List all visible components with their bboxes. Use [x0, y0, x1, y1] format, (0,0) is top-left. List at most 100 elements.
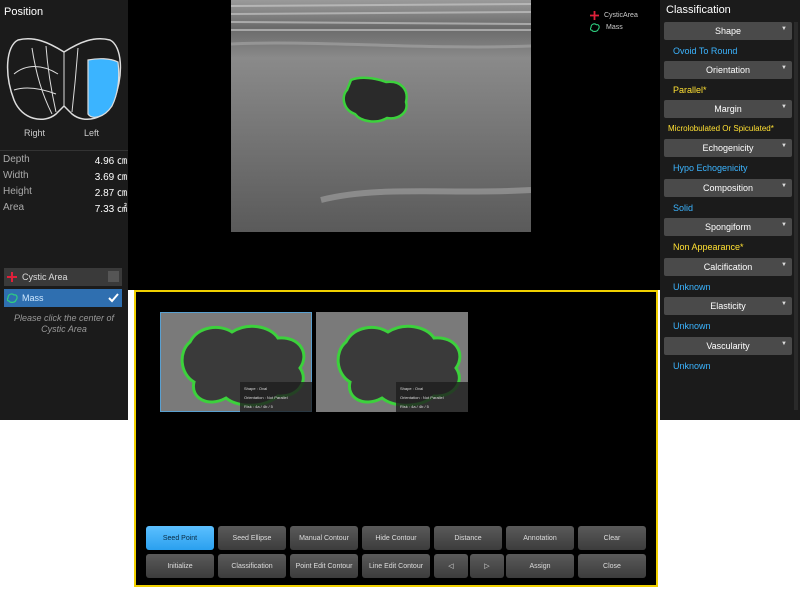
class-value: Solid: [673, 202, 694, 213]
chevron-down-icon: ▼: [781, 341, 787, 347]
chevron-down-icon: ▼: [781, 262, 787, 268]
manual-contour-button[interactable]: Manual Contour: [290, 526, 358, 550]
check-icon[interactable]: [108, 292, 119, 303]
classification-panel: Classification Shape ▼ Ovoid To Round Ori…: [660, 0, 800, 420]
position-panel: Position Right Left Depth 4.96 ㎝ Width 3…: [0, 0, 128, 420]
class-header-composition[interactable]: Composition ▼: [664, 179, 792, 197]
seed-ellipse-button[interactable]: Seed Ellipse: [218, 526, 286, 550]
class-value: Non Appearance*: [673, 241, 744, 252]
class-name: Spongiform: [704, 222, 752, 232]
class-value: Hypo Echogenicity: [673, 162, 748, 173]
thumbnail-text: Risk : 4a / 4b / 5: [400, 404, 430, 409]
position-title: Position: [4, 6, 44, 18]
legend: CysticArea Mass: [590, 9, 638, 33]
classification-button[interactable]: Classification: [218, 554, 286, 578]
assign-button[interactable]: Assign: [506, 554, 574, 578]
measurements: Depth 4.96 ㎝ Width 3.69 ㎝ Height 2.87 ㎝ …: [0, 150, 128, 215]
measurement-row: Depth 4.96 ㎝: [0, 151, 128, 167]
class-header-calcification[interactable]: Calcification ▼: [664, 258, 792, 276]
classification-scrollbar[interactable]: [794, 22, 798, 410]
class-header-elasticity[interactable]: Elasticity ▼: [664, 297, 792, 315]
class-value: Unknown: [673, 360, 711, 371]
previous-button[interactable]: ◁: [434, 554, 468, 578]
thumbnail-text: Shape : Oval: [400, 386, 423, 391]
class-echogenicity: Echogenicity ▼ Hypo Echogenicity: [664, 139, 792, 178]
measurement-value: 4.96 ㎝: [94, 155, 127, 167]
mass-icon: [590, 22, 600, 32]
thumbnail-text: Orientation : Not Parallel: [400, 395, 444, 400]
legend-item: CysticArea: [590, 9, 638, 21]
classification-title: Classification: [666, 4, 731, 16]
class-name: Vascularity: [706, 341, 750, 351]
class-value: Microlobulated Or Spiculated*: [668, 124, 774, 133]
chevron-down-icon: ▼: [781, 26, 787, 32]
measurement-value: 2.87 ㎝: [94, 187, 127, 199]
class-header-shape[interactable]: Shape ▼: [664, 22, 792, 40]
hint-text: Please click the center of Cystic Area: [13, 313, 115, 334]
cystic-area-icon: [590, 10, 599, 20]
class-name: Orientation: [705, 65, 751, 75]
annotation-button[interactable]: Annotation: [506, 526, 574, 550]
measurement-label: Area: [3, 201, 25, 213]
right-label: Right: [24, 128, 46, 138]
class-orientation: Orientation ▼ Parallel*: [664, 61, 792, 100]
chevron-down-icon: ▼: [781, 183, 787, 189]
segment-checkbox[interactable]: [108, 271, 119, 282]
close-button[interactable]: Close: [578, 554, 646, 578]
thumbnail-text: Risk : 4a / 4b / 5: [244, 404, 274, 409]
class-value: Unknown: [673, 281, 711, 292]
left-label: Left: [84, 128, 100, 138]
mass-icon: [7, 293, 18, 303]
clear-button[interactable]: Clear: [578, 526, 646, 550]
class-spongiform: Spongiform ▼ Non Appearance*: [664, 218, 792, 257]
result-thumbnail[interactable]: Shape : Oval Orientation : Not Parallel …: [160, 312, 312, 412]
seed-point-button[interactable]: Seed Point: [146, 526, 214, 550]
line-edit-contour-button[interactable]: Line Edit Contour: [362, 554, 430, 578]
chevron-down-icon: ▼: [781, 222, 787, 228]
class-shape: Shape ▼ Ovoid To Round: [664, 22, 792, 61]
class-value: Parallel*: [673, 84, 707, 95]
segment-cystic-area[interactable]: Cystic Area: [4, 268, 122, 286]
segment-label: Mass: [22, 293, 44, 303]
class-calcification: Calcification ▼ Unknown: [664, 258, 792, 297]
thumbnail-text: Orientation : Not Parallel: [244, 395, 288, 400]
class-header-spongiform[interactable]: Spongiform ▼: [664, 218, 792, 236]
chevron-down-icon: ▼: [781, 301, 787, 307]
thyroid-diagram[interactable]: [6, 34, 122, 126]
measurement-value: 3.69 ㎝: [94, 171, 127, 183]
cystic-area-icon: [7, 272, 17, 282]
class-header-vascularity[interactable]: Vascularity ▼: [664, 337, 792, 355]
class-name: Calcification: [703, 262, 753, 272]
measurement-label: Width: [3, 169, 29, 181]
chevron-down-icon: ▼: [781, 65, 787, 71]
class-header-orientation[interactable]: Orientation ▼: [664, 61, 792, 79]
point-edit-contour-button[interactable]: Point Edit Contour: [290, 554, 358, 578]
class-name: Elasticity: [710, 301, 746, 311]
measurement-row: Width 3.69 ㎝: [0, 167, 128, 183]
measurement-value: 7.33 ㎠: [94, 203, 127, 215]
legend-item: Mass: [590, 21, 638, 33]
class-elasticity: Elasticity ▼ Unknown: [664, 297, 792, 336]
measurement-row: Area 7.33 ㎠: [0, 199, 128, 215]
class-margin: Margin ▼ Microlobulated Or Spiculated*: [664, 100, 792, 139]
class-composition: Composition ▼ Solid: [664, 179, 792, 218]
contour-tool-panel: Shape : Oval Orientation : Not Parallel …: [134, 290, 658, 587]
distance-button[interactable]: Distance: [434, 526, 502, 550]
segment-label: Cystic Area: [22, 272, 68, 282]
result-thumbnail[interactable]: Shape : Oval Orientation : Not Parallel …: [316, 312, 468, 412]
chevron-down-icon: ▼: [781, 104, 787, 110]
segment-mass[interactable]: Mass: [4, 289, 122, 307]
next-button[interactable]: ▷: [470, 554, 504, 578]
class-header-echogenicity[interactable]: Echogenicity ▼: [664, 139, 792, 157]
thumbnail-text: Shape : Oval: [244, 386, 267, 391]
class-name: Shape: [714, 26, 742, 36]
ultrasound-image[interactable]: [231, 0, 531, 232]
class-name: Composition: [702, 183, 754, 193]
measurement-label: Depth: [3, 153, 30, 165]
legend-label: Mass: [606, 23, 623, 31]
measurement-label: Height: [3, 185, 32, 197]
class-header-margin[interactable]: Margin ▼: [664, 100, 792, 118]
class-value: Ovoid To Round: [673, 45, 738, 56]
initialize-button[interactable]: Initialize: [146, 554, 214, 578]
hide-contour-button[interactable]: Hide Contour: [362, 526, 430, 550]
